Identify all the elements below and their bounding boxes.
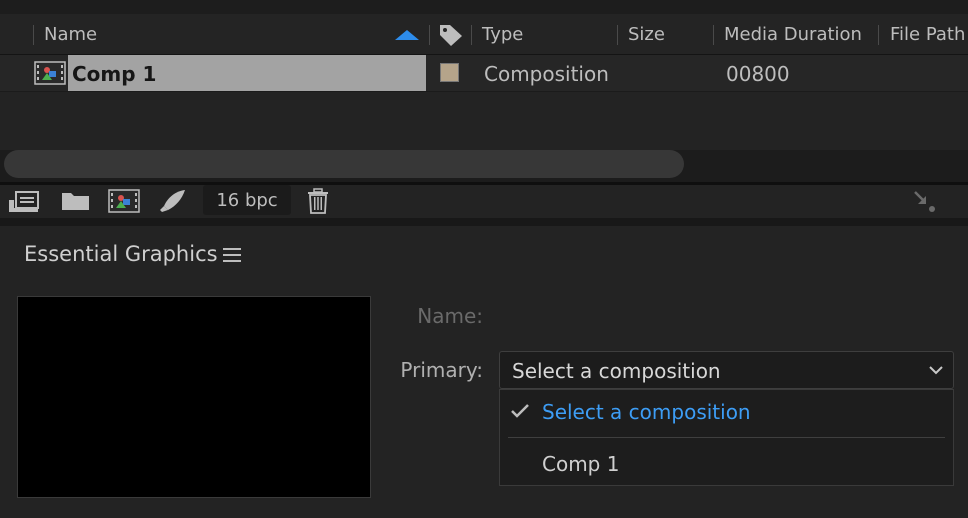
column-divider[interactable] [713,25,714,45]
panel-separator [0,218,968,226]
column-header-type[interactable]: Type [482,14,523,54]
panel-title[interactable]: Essential Graphics [24,240,218,268]
item-media-duration: 00800 [726,62,790,86]
column-header-name[interactable]: Name [44,14,97,54]
label-color-swatch[interactable] [440,63,459,82]
menu-item-label: Select a composition [542,400,751,424]
checkmark-icon [511,404,529,418]
menu-item-label: Comp 1 [542,452,620,476]
column-header-file-path[interactable]: File Path [890,14,965,54]
sort-ascending-icon[interactable] [395,30,419,40]
column-divider[interactable] [33,25,34,45]
column-header-media-duration[interactable]: Media Duration [724,14,862,54]
trash-icon[interactable] [302,188,334,214]
project-toolbar: 16 bpc [0,185,968,217]
new-folder-icon[interactable] [60,188,92,214]
project-column-header: Name Type Size Media Duration File Path [0,14,968,55]
item-type: Composition [484,62,609,86]
project-list-empty-area[interactable] [0,92,968,150]
label-tag-icon[interactable] [438,23,464,47]
menu-divider [508,437,945,438]
scrollbar-thumb[interactable] [4,150,684,178]
render-queue-icon[interactable] [158,188,190,214]
flowchart-icon[interactable] [912,188,944,214]
primary-composition-dropdown[interactable]: Select a composition [499,351,954,389]
name-label: Name: [417,304,483,328]
menu-item-comp-1[interactable]: Comp 1 [500,442,953,486]
item-name[interactable]: Comp 1 [72,55,156,91]
column-divider[interactable] [878,25,879,45]
chevron-down-icon [929,366,943,375]
bit-depth-button[interactable]: 16 bpc [203,185,291,215]
column-divider[interactable] [471,25,472,45]
new-composition-icon[interactable] [108,188,140,214]
table-row[interactable]: Comp 1 Composition 00800 [0,55,968,92]
panel-top-strip [0,0,968,14]
panel-menu-icon[interactable] [223,247,241,263]
column-divider[interactable] [617,25,618,45]
composition-preview [17,296,371,498]
menu-item-select-composition[interactable]: Select a composition [500,390,953,434]
primary-label: Primary: [400,358,483,382]
composition-icon [34,61,66,85]
interpret-footage-icon[interactable] [8,188,40,214]
column-divider[interactable] [429,25,430,45]
column-header-size[interactable]: Size [628,14,665,54]
dropdown-value: Select a composition [512,359,721,383]
dropdown-menu: Select a composition Comp 1 [499,389,954,486]
